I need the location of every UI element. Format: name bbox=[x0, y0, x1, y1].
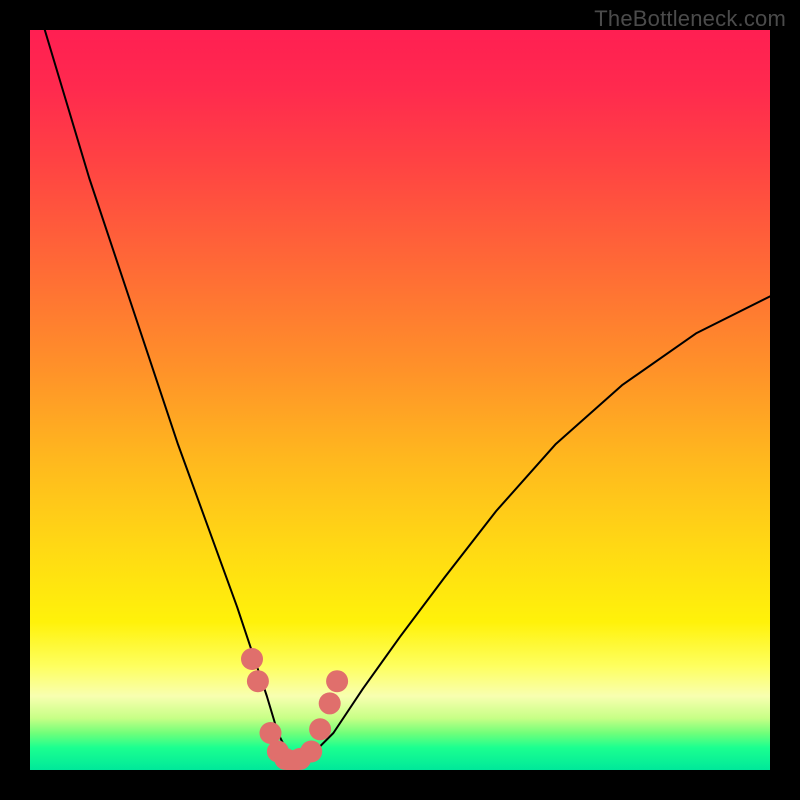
chart-frame: TheBottleneck.com bbox=[0, 0, 800, 800]
highlight-dots bbox=[241, 648, 348, 770]
highlight-dot bbox=[326, 670, 348, 692]
highlight-dot bbox=[274, 748, 296, 770]
highlight-dot bbox=[260, 722, 282, 744]
highlight-dot bbox=[241, 648, 263, 670]
highlight-dot bbox=[319, 692, 341, 714]
highlight-dot bbox=[267, 741, 289, 763]
plot-area bbox=[30, 30, 770, 770]
highlight-dot bbox=[289, 748, 311, 770]
highlight-dot bbox=[282, 750, 304, 770]
highlight-dot bbox=[247, 670, 269, 692]
curve-layer bbox=[30, 30, 770, 770]
watermark-text: TheBottleneck.com bbox=[594, 6, 786, 32]
highlight-dot bbox=[309, 718, 331, 740]
highlight-dot bbox=[300, 741, 322, 763]
bottleneck-curve bbox=[45, 30, 770, 763]
